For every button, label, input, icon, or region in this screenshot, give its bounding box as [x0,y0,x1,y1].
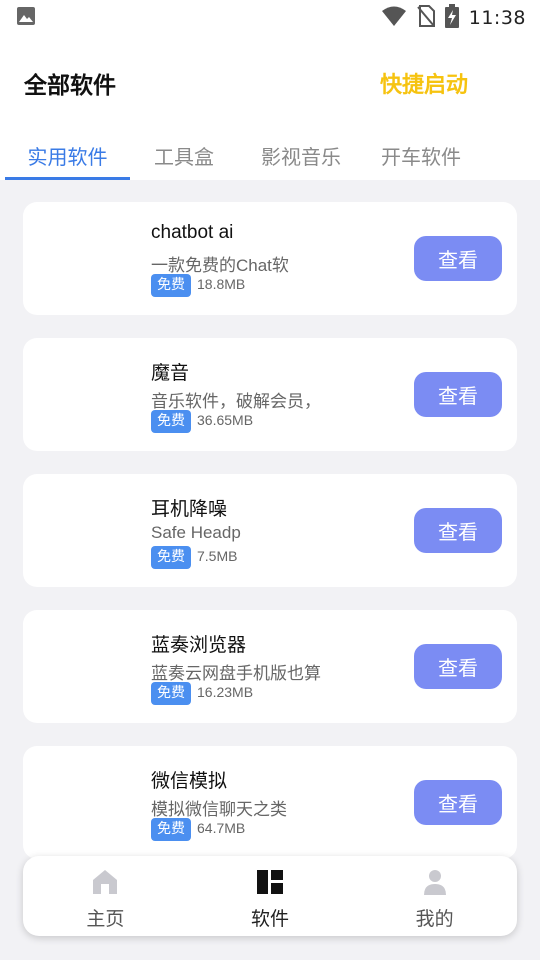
bottom-navigation: 主页 软件 我的 [23,856,517,936]
free-badge: 免费 [151,410,191,433]
home-icon [91,868,119,900]
app-description: 一款免费的Chat软 [151,256,289,275]
quick-launch-button[interactable]: 快捷启动 [380,67,468,99]
app-description: Safe Headp [151,523,241,542]
person-icon [421,868,449,900]
tab-utility-software[interactable]: 实用软件 [5,130,130,180]
list-item[interactable]: 魔音 音乐软件，破解会员， 免费 36.65MB 查看 [23,338,517,451]
wifi-icon [381,5,407,31]
nav-label: 我的 [415,908,454,930]
app-size: 36.65MB [197,412,254,428]
view-button[interactable]: 查看 [414,372,502,417]
free-badge: 免费 [151,818,191,841]
page-title: 全部软件 [24,73,116,99]
image-icon [16,6,36,30]
page-header: 全部软件 快捷启动 [0,36,540,130]
app-screen: 11:38 全部软件 快捷启动 实用软件 工具盒 影视音乐 开车软件 chatb… [0,0,540,960]
category-tabs: 实用软件 工具盒 影视音乐 开车软件 [0,130,540,180]
status-time: 11:38 [468,7,526,29]
app-name: 蓝奏浏览器 [151,635,247,656]
dashboard-icon [256,868,284,900]
app-size: 18.8MB [197,276,246,292]
app-name: 魔音 [151,363,190,384]
app-size: 16.23MB [197,684,254,700]
app-description: 模拟微信聊天之类 [151,800,287,819]
no-sim-icon [416,5,435,31]
nav-label: 主页 [86,908,125,930]
list-item[interactable]: 微信模拟 模拟微信聊天之类 免费 64.7MB 查看 [23,746,517,859]
nav-item-mine[interactable]: 我的 [352,856,517,936]
app-size: 7.5MB [197,548,238,564]
list-item[interactable]: chatbot ai 一款免费的Chat软 免费 18.8MB 查看 [23,202,517,315]
view-button[interactable]: 查看 [414,780,502,825]
view-button[interactable]: 查看 [414,644,502,689]
free-badge: 免费 [151,682,191,705]
nav-item-home[interactable]: 主页 [23,856,188,936]
app-name: 耳机降噪 [151,499,228,520]
app-name: chatbot ai [151,222,234,243]
app-description: 蓝奏云网盘手机版也算 [151,664,321,683]
battery-charging-icon [444,4,459,32]
tab-toolbox[interactable]: 工具盒 [130,130,238,180]
app-size: 64.7MB [197,820,246,836]
view-button[interactable]: 查看 [414,508,502,553]
list-item[interactable]: 蓝奏浏览器 蓝奏云网盘手机版也算 免费 16.23MB 查看 [23,610,517,723]
list-item[interactable]: 耳机降噪 Safe Headp 免费 7.5MB 查看 [23,474,517,587]
free-badge: 免费 [151,546,191,569]
tab-video-music[interactable]: 影视音乐 [240,130,362,180]
app-description: 音乐软件，破解会员， [151,392,321,411]
nav-label: 软件 [251,908,290,930]
app-name: 微信模拟 [151,771,228,792]
view-button[interactable]: 查看 [414,236,502,281]
free-badge: 免费 [151,274,191,297]
app-list: chatbot ai 一款免费的Chat软 免费 18.8MB 查看 魔音 音乐… [23,202,517,882]
tab-driving-software[interactable]: 开车软件 [362,130,480,180]
nav-item-software[interactable]: 软件 [188,856,353,936]
status-bar: 11:38 [0,0,540,36]
